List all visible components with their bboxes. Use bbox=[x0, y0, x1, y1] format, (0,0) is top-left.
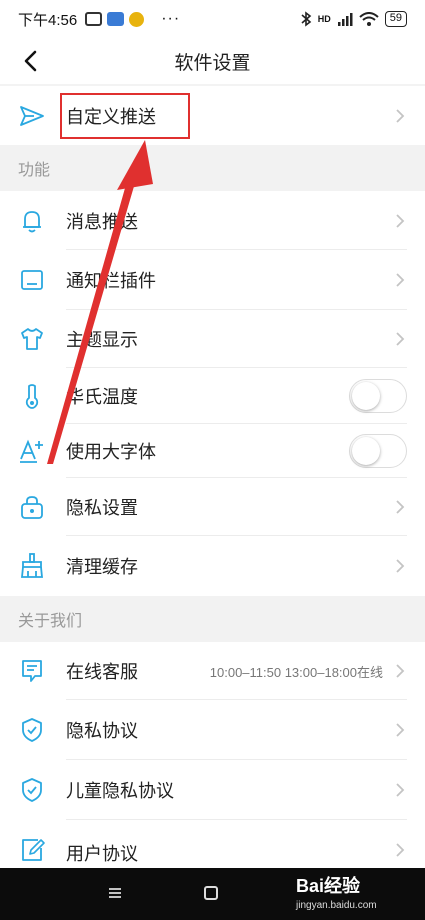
watermark-brand: Bai经验 bbox=[296, 876, 361, 896]
privacy-settings-label: 隐私设置 bbox=[66, 498, 138, 518]
clear-cache-item[interactable]: 清理缓存 bbox=[0, 536, 425, 596]
user-agreement-item[interactable]: 用户协议 bbox=[0, 820, 425, 868]
wifi-icon bbox=[359, 12, 379, 26]
status-time: 下午4:56 bbox=[18, 11, 78, 29]
more-notifications-indicator: ··· bbox=[161, 10, 181, 27]
bluetooth-icon bbox=[301, 11, 312, 27]
chevron-right-icon bbox=[396, 332, 405, 346]
back-button[interactable] bbox=[16, 47, 44, 75]
message-push-label: 消息推送 bbox=[66, 211, 138, 232]
fahrenheit-toggle[interactable] bbox=[349, 379, 407, 413]
toggle-knob bbox=[352, 437, 380, 465]
app-notification-icon bbox=[129, 11, 145, 27]
status-bar: 下午4:56 ··· HD 59 bbox=[0, 0, 425, 38]
menu-icon[interactable] bbox=[108, 886, 122, 900]
lock-icon bbox=[18, 493, 46, 521]
large-font-toggle[interactable] bbox=[349, 434, 407, 468]
notification-bar-plugin-item[interactable]: 通知栏插件 bbox=[0, 250, 425, 310]
notification-bar-icon bbox=[18, 266, 46, 294]
chevron-right-icon bbox=[396, 273, 405, 287]
watermark-url: jingyan.baidu.com bbox=[296, 900, 377, 911]
message-icon bbox=[85, 12, 103, 26]
section-header-functions: 功能 bbox=[0, 145, 425, 191]
chevron-right-icon bbox=[396, 783, 405, 797]
chevron-right-icon bbox=[396, 723, 405, 737]
bell-icon bbox=[18, 207, 46, 235]
theme-display-item[interactable]: 主题显示 bbox=[0, 310, 425, 368]
chevron-right-icon bbox=[396, 664, 405, 678]
message-push-item[interactable]: 消息推送 bbox=[0, 191, 425, 250]
bluetooth-app-icon bbox=[107, 12, 125, 26]
chevron-right-icon bbox=[396, 843, 405, 857]
page-title: 软件设置 bbox=[174, 52, 251, 74]
chat-icon bbox=[18, 657, 46, 685]
fahrenheit-item: 华氏温度 bbox=[0, 368, 425, 424]
toggle-knob bbox=[352, 382, 380, 410]
chevron-left-icon bbox=[24, 50, 37, 72]
thermometer-icon bbox=[18, 382, 46, 410]
child-privacy-policy-label: 儿童隐私协议 bbox=[66, 781, 174, 801]
edit-doc-icon bbox=[18, 836, 46, 864]
chevron-right-icon bbox=[396, 108, 405, 123]
privacy-settings-item[interactable]: 隐私设置 bbox=[0, 478, 425, 536]
theme-display-label: 主题显示 bbox=[66, 330, 138, 350]
large-font-label: 使用大字体 bbox=[66, 442, 156, 462]
section-header-about: 关于我们 bbox=[0, 596, 425, 642]
child-privacy-policy-item[interactable]: 儿童隐私协议 bbox=[0, 760, 425, 820]
fahrenheit-label: 华氏温度 bbox=[66, 387, 138, 407]
watermark: Bai经验 jingyan.baidu.com bbox=[296, 872, 377, 911]
shield-icon bbox=[18, 776, 46, 804]
home-button[interactable] bbox=[204, 886, 218, 900]
chevron-right-icon bbox=[396, 500, 405, 514]
online-support-label: 在线客服 bbox=[66, 662, 138, 682]
battery-icon: 59 bbox=[384, 11, 407, 27]
send-icon bbox=[18, 102, 46, 130]
online-support-item[interactable]: 在线客服 10:00–11:50 13:00–18:00在线 bbox=[0, 642, 425, 700]
privacy-policy-item[interactable]: 隐私协议 bbox=[0, 700, 425, 760]
font-size-icon bbox=[18, 437, 46, 465]
user-agreement-label: 用户协议 bbox=[66, 844, 138, 864]
shirt-icon bbox=[18, 325, 46, 353]
highlight-box bbox=[60, 93, 190, 139]
chevron-right-icon bbox=[396, 213, 405, 228]
status-right: HD 59 bbox=[300, 11, 407, 27]
shield-icon bbox=[18, 716, 46, 744]
notification-bar-plugin-label: 通知栏插件 bbox=[66, 271, 156, 291]
large-font-item: 使用大字体 bbox=[0, 424, 425, 478]
broom-icon bbox=[18, 552, 46, 580]
privacy-policy-label: 隐私协议 bbox=[66, 721, 138, 741]
clear-cache-label: 清理缓存 bbox=[66, 557, 138, 577]
nav-bar: 软件设置 bbox=[0, 38, 425, 84]
support-hours: 10:00–11:50 13:00–18:00在线 bbox=[209, 664, 383, 680]
signal-icon bbox=[337, 13, 353, 26]
signal-label: HD bbox=[317, 14, 331, 24]
chevron-right-icon bbox=[396, 559, 405, 573]
